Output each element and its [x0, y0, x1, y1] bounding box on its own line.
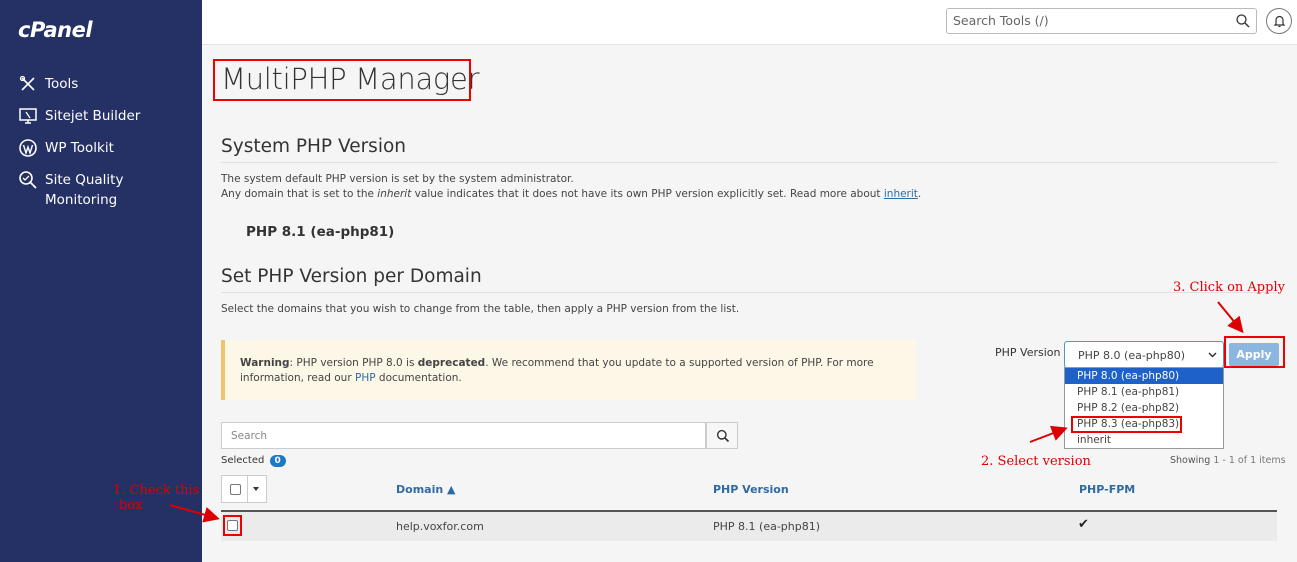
sidebar-item-site-quality-monitoring[interactable]: Site Quality Monitoring	[0, 166, 202, 210]
sidebar-item-label: WP Toolkit	[45, 140, 114, 156]
domain-search-box	[221, 422, 706, 449]
arrow-icon	[1217, 301, 1244, 334]
sidebar-nav: Tools Sitejet Builder WP Toolkit Site Qu…	[0, 70, 202, 210]
arrow-icon	[1029, 425, 1068, 443]
sidebar-item-label: Site Quality Monitoring	[45, 172, 124, 208]
php-version-dropdown: PHP 8.0 (ea-php80) PHP 8.1 (ea-php81) PH…	[1064, 367, 1224, 449]
domain-search-input[interactable]	[231, 430, 631, 442]
annotation-checkbox-highlight	[223, 515, 242, 536]
chevron-down-icon	[1208, 352, 1217, 358]
search-tools-input[interactable]	[953, 13, 1233, 28]
system-php-description: The system default PHP version is set by…	[221, 173, 922, 200]
search-icon	[716, 429, 730, 443]
sidebar-item-label: Tools	[45, 76, 79, 92]
annotation-option-highlight	[1071, 416, 1182, 433]
annotation-apply-highlight	[1224, 336, 1285, 368]
row-php-version: PHP 8.1 (ea-php81)	[713, 520, 821, 533]
system-php-heading: System PHP Version	[221, 136, 406, 157]
search-tools-box	[946, 8, 1257, 34]
php-version-label: PHP Version	[995, 346, 1061, 359]
annotation-step-3: 3. Click on Apply	[1173, 280, 1285, 295]
tools-icon	[19, 75, 35, 91]
divider	[221, 292, 1277, 293]
column-header-php-version[interactable]: PHP Version	[713, 483, 789, 496]
select-options-caret-icon[interactable]	[253, 487, 259, 491]
php-docs-link[interactable]: PHP	[355, 372, 376, 384]
per-domain-heading: Set PHP Version per Domain	[221, 266, 482, 287]
selected-count-label: Selected 0	[221, 455, 286, 467]
divider	[221, 162, 1277, 163]
php-option-8-1[interactable]: PHP 8.1 (ea-php81)	[1065, 384, 1223, 400]
php-option-8-0[interactable]: PHP 8.0 (ea-php80)	[1065, 368, 1223, 384]
bell-icon	[1273, 15, 1286, 28]
sidebar-item-label: Sitejet Builder	[45, 108, 141, 124]
system-php-version-value: PHP 8.1 (ea-php81)	[246, 224, 395, 240]
annotation-step-2: 2. Select version	[981, 454, 1091, 469]
search-quality-icon	[19, 171, 37, 189]
sidebar-item-tools[interactable]: Tools	[0, 70, 202, 102]
monitor-icon	[19, 108, 37, 124]
domain-search-button[interactable]	[706, 422, 738, 449]
select-all-checkbox[interactable]	[230, 484, 241, 495]
notifications-button[interactable]	[1266, 8, 1292, 34]
row-domain: help.voxfor.com	[396, 520, 484, 533]
php-version-select[interactable]: PHP 8.0 (ea-php80)	[1064, 341, 1224, 368]
divider	[247, 476, 248, 502]
column-header-domain[interactable]: Domain ▲	[396, 483, 455, 496]
deprecation-warning: Warning: PHP version PHP 8.0 is deprecat…	[221, 340, 916, 400]
wordpress-icon	[19, 139, 37, 157]
selected-count-badge: 0	[269, 455, 286, 467]
annotation-step-1: 1. Check this box	[113, 483, 200, 513]
sidebar-item-sitejet-builder[interactable]: Sitejet Builder	[0, 102, 202, 134]
annotation-title-highlight	[213, 59, 471, 101]
per-domain-description: Select the domains that you wish to chan…	[221, 303, 740, 315]
sidebar: cPanel Tools Sitejet Builder WP Toolkit	[0, 0, 202, 562]
cpanel-logo[interactable]: cPanel	[18, 18, 93, 42]
top-bar	[202, 0, 1297, 45]
php-option-inherit[interactable]: inherit	[1065, 432, 1223, 448]
search-icon[interactable]	[1235, 13, 1251, 29]
checkmark-icon: ✔	[1078, 517, 1089, 532]
php-option-8-2[interactable]: PHP 8.2 (ea-php82)	[1065, 400, 1223, 416]
select-all-group	[221, 475, 267, 503]
showing-count: Showing 1 - 1 of 1 items	[1170, 455, 1286, 466]
inherit-link[interactable]: inherit	[884, 188, 918, 200]
column-header-php-fpm[interactable]: PHP-FPM	[1079, 483, 1135, 496]
sidebar-item-wp-toolkit[interactable]: WP Toolkit	[0, 134, 202, 166]
